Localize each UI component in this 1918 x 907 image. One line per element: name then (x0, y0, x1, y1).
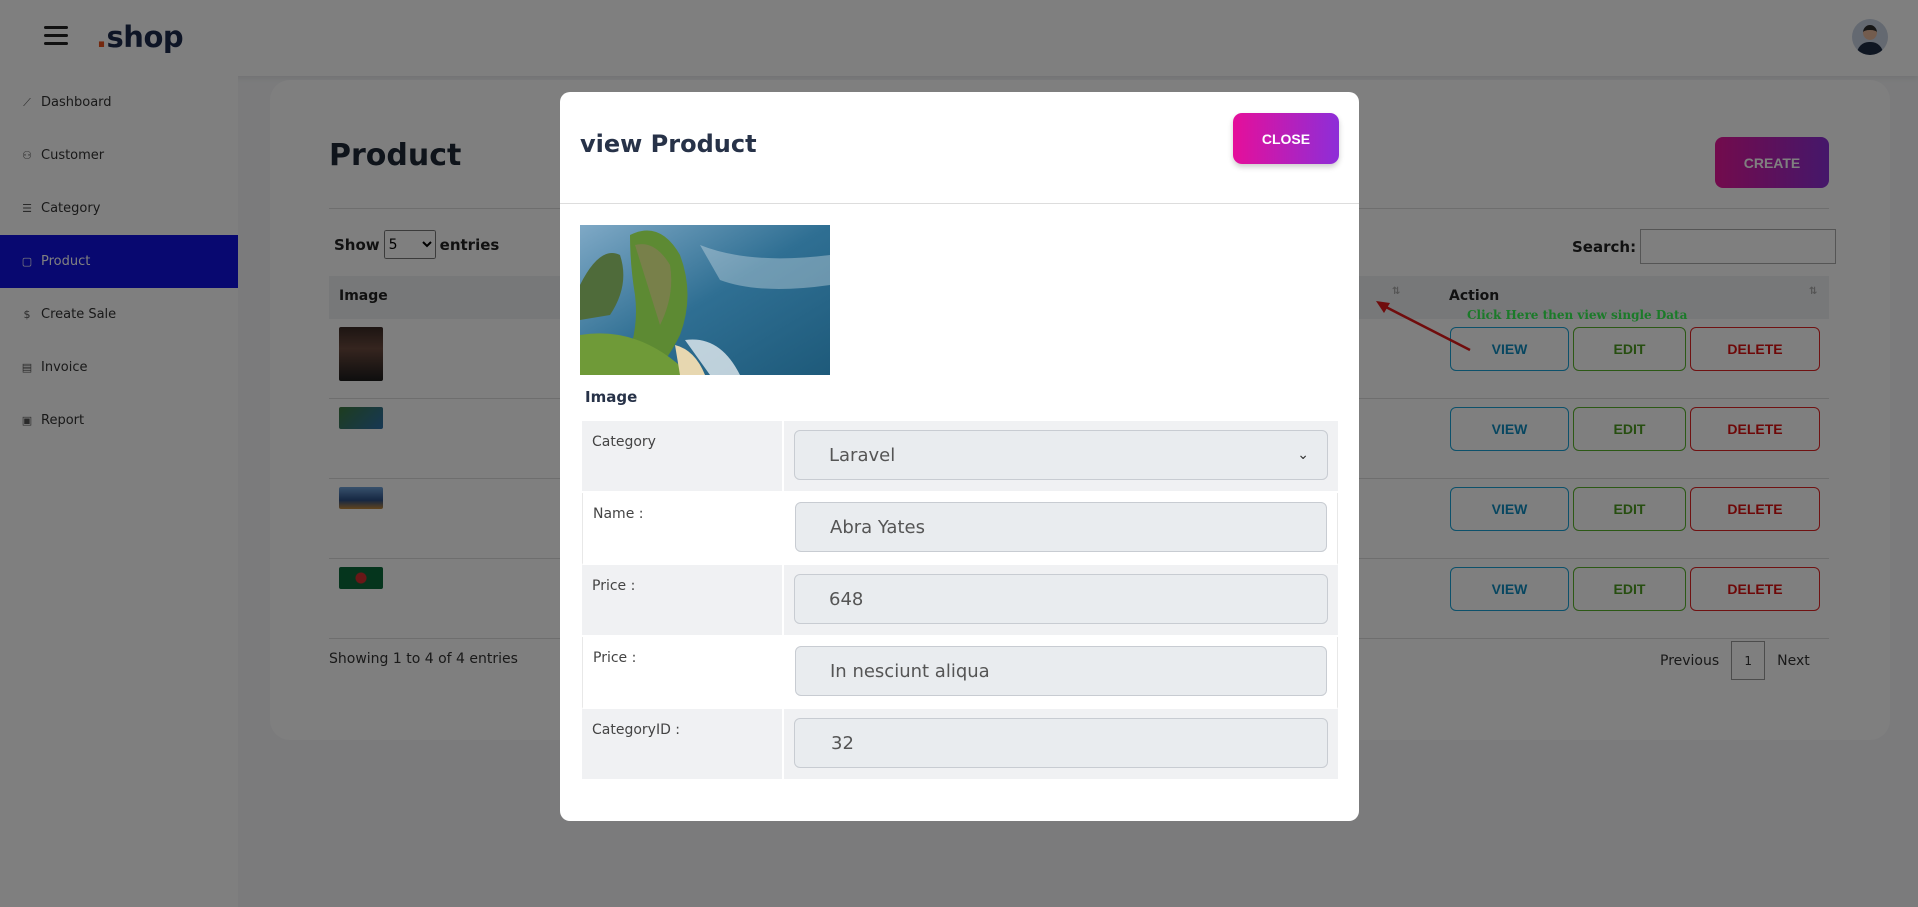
field-label: Category (582, 421, 784, 491)
field-label: Price : (582, 565, 784, 635)
name-field[interactable]: Abra Yates (795, 502, 1327, 552)
detail-row-name: Name : Abra Yates (582, 493, 1338, 565)
category-select[interactable]: Laravel ⌄ (794, 430, 1328, 480)
detail-row-price-2: Price : In nesciunt aliqua (582, 637, 1338, 709)
price-field[interactable]: 648 (794, 574, 1328, 624)
detail-row-price: Price : 648 (582, 565, 1338, 637)
description-field[interactable]: In nesciunt aliqua (795, 646, 1327, 696)
detail-row-category-id: CategoryID : 32 (582, 709, 1338, 781)
field-label: CategoryID : (582, 709, 784, 779)
chevron-down-icon: ⌄ (1297, 447, 1309, 463)
product-details-table: Category Laravel ⌄ Name : Abra Yates Pric… (582, 421, 1338, 781)
detail-row-category: Category Laravel ⌄ (582, 421, 1338, 493)
field-label: Name : (583, 493, 785, 563)
product-image-graphic (580, 225, 830, 375)
image-label: Image (585, 388, 638, 406)
view-product-modal: view Product CLOSE Image Category Larave… (560, 92, 1359, 821)
product-image (580, 225, 830, 375)
divider (560, 203, 1359, 204)
category-value: Laravel (829, 444, 896, 466)
field-label: Price : (583, 637, 785, 707)
close-button[interactable]: CLOSE (1233, 113, 1339, 164)
modal-title: view Product (580, 130, 757, 158)
category-id-field[interactable]: 32 (794, 718, 1328, 768)
